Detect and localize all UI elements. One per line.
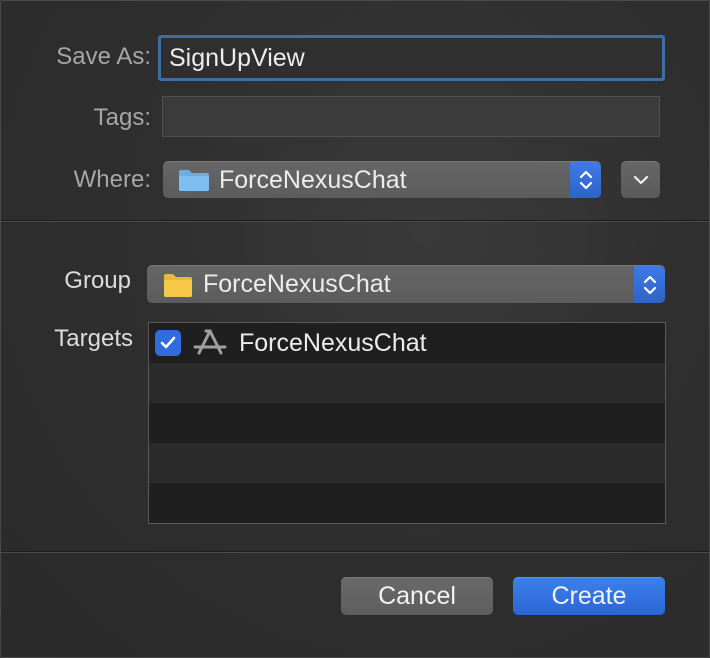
top-divider [1,220,709,222]
bottom-divider [1,551,709,553]
up-down-chevron-icon [643,275,656,294]
where-popup[interactable]: ForceNexusChat [163,161,601,198]
folder-icon [164,273,192,297]
empty-row [149,363,665,403]
group-stepper[interactable] [634,266,665,303]
where-label: Where: [73,166,151,193]
targets-list: ForceNexusChat [148,322,666,524]
expand-button[interactable] [621,161,660,198]
folder-icon [179,170,209,191]
app-target-icon [193,329,227,355]
group-value: ForceNexusChat [203,270,391,298]
target-checkbox[interactable] [155,330,181,356]
empty-row [149,443,665,483]
empty-row [149,403,665,443]
targets-label: Targets [54,325,133,352]
where-value: ForceNexusChat [219,165,407,194]
chevron-down-icon [633,175,648,185]
up-down-chevron-icon [579,170,592,190]
save-as-label: Save As: [56,43,151,70]
empty-row [149,483,665,523]
target-name: ForceNexusChat [239,328,427,357]
checkmark-icon [160,336,176,349]
where-stepper[interactable] [570,162,601,198]
save-as-input[interactable]: SignUpView [158,35,665,81]
create-button[interactable]: Create [513,577,665,615]
target-row[interactable]: ForceNexusChat [149,323,665,363]
save-dialog: Save As: SignUpView Tags: Where: ForceNe… [0,0,710,658]
cancel-button[interactable]: Cancel [341,577,493,615]
group-popup[interactable]: ForceNexusChat [147,265,665,303]
group-label: Group [64,267,131,294]
tags-label: Tags: [93,104,151,131]
tags-input[interactable] [162,96,660,137]
